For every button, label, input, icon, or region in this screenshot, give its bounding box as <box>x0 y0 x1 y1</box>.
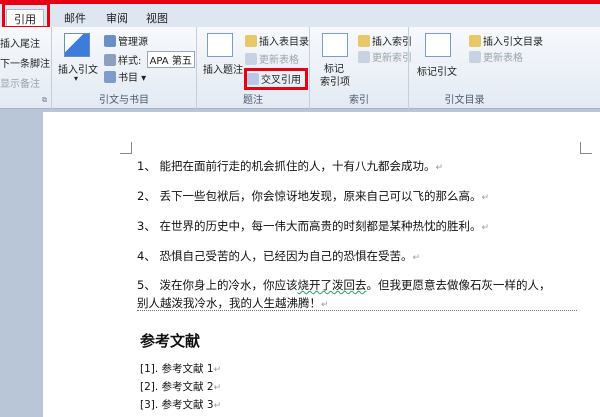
insert-caption-button[interactable]: 插入题注 <box>203 61 243 76</box>
update-index-icon <box>358 51 370 63</box>
dialog-launcher-icon[interactable]: ⧉ <box>42 96 47 105</box>
update-toa-icon <box>469 51 481 63</box>
paragraph[interactable]: 1、 能把在面前行走的机会抓住的人，十有八九都会成功。↵ <box>137 158 443 176</box>
manage-sources-icon <box>104 35 116 47</box>
citations-group-label: 引文与书目 <box>99 95 149 106</box>
mark-entry-icon <box>322 33 348 57</box>
mark-entry-line2[interactable]: 索引项 <box>320 73 350 88</box>
bibliography-icon <box>104 71 116 83</box>
mark-citation-button[interactable]: 标记引文 <box>417 63 457 78</box>
corner-crop-mark <box>580 142 592 154</box>
paragraph[interactable]: 5、 泼在你身上的冷水，你应该烧开了泼回去。但我更愿意去做像石灰一样的人， <box>137 277 550 293</box>
ribbon: 插入尾注 下一条脚注 显示备注 ⧉ 插入引文 ▾ 管理源 样式: APA 第五 … <box>0 27 600 109</box>
insert-table-of-figures-button[interactable]: 插入表目录 <box>245 33 309 48</box>
paragraph[interactable]: 3、 在世界的历史中，每一伟大而高贵的时刻都是某种热忱的胜利。↵ <box>137 218 489 236</box>
highlight-references-tab <box>2 2 50 29</box>
insert-caption-icon <box>207 33 233 57</box>
highlight-cross-reference <box>244 68 308 90</box>
update-table-icon <box>245 53 257 65</box>
update-toa-button[interactable]: 更新表格 <box>469 49 523 64</box>
insert-citation-icon <box>64 33 90 57</box>
show-notes-button[interactable]: 显示备注 <box>0 75 40 90</box>
corner-crop-mark <box>120 142 132 154</box>
next-footnote-button[interactable]: 下一条脚注 <box>0 55 50 70</box>
style-selector[interactable]: 样式: APA 第五 <box>104 51 195 68</box>
chevron-down-icon: ▾ <box>74 74 79 83</box>
style-dropdown[interactable]: APA 第五 <box>146 51 195 68</box>
reference-item[interactable]: [2]. 参考文献 2↵ <box>140 379 221 394</box>
captions-group-label: 题注 <box>243 95 263 106</box>
insert-endnote-button[interactable]: 插入尾注 <box>0 35 40 50</box>
references-heading[interactable]: 参考文献 <box>140 330 200 351</box>
update-index-button[interactable]: 更新索引 <box>358 49 412 64</box>
paragraph[interactable]: 2、 丢下一些包袱后，你会惊讶地发现，原来自己可以飞的那么高。↵ <box>137 188 489 206</box>
reference-item[interactable]: [3]. 参考文献 3↵ <box>140 397 221 412</box>
citations-group: 插入引文 ▾ 管理源 样式: APA 第五 书目 ▾ 引文与书目 <box>52 27 197 109</box>
tab-mailings[interactable]: 邮件 <box>64 9 86 29</box>
index-group-label: 索引 <box>349 95 369 106</box>
paragraph[interactable]: 4、 恐惧自己受苦的人，已经因为自己的恐惧在受苦。↵ <box>137 248 420 266</box>
insert-toa-icon <box>469 35 481 47</box>
manage-sources-button[interactable]: 管理源 <box>104 33 148 48</box>
insert-table-of-authorities-button[interactable]: 插入引文目录 <box>469 33 543 48</box>
table-of-authorities-group: 标记引文 插入引文目录 更新表格 引文目录 <box>409 27 600 109</box>
mark-citation-icon <box>425 33 451 57</box>
table-of-figures-icon <box>245 35 257 47</box>
style-icon <box>104 54 116 66</box>
index-group: 标记 索引项 插入索引 更新索引 索引 <box>310 27 412 109</box>
reference-item[interactable]: [1]. 参考文献 1↵ <box>140 361 221 376</box>
tab-review[interactable]: 审阅 <box>106 9 128 29</box>
update-table-button[interactable]: 更新表格 <box>245 51 299 66</box>
toa-group-label: 引文目录 <box>444 95 485 106</box>
insert-index-button[interactable]: 插入索引 <box>358 33 412 48</box>
insert-index-icon <box>358 35 370 47</box>
footnotes-group: 插入尾注 下一条脚注 显示备注 ⧉ <box>0 27 52 109</box>
section-break-line <box>137 310 577 311</box>
ribbon-tab-bar: 引用 邮件 审阅 视图 <box>0 0 600 29</box>
tab-view[interactable]: 视图 <box>146 9 168 29</box>
bibliography-button[interactable]: 书目 ▾ <box>104 69 146 84</box>
